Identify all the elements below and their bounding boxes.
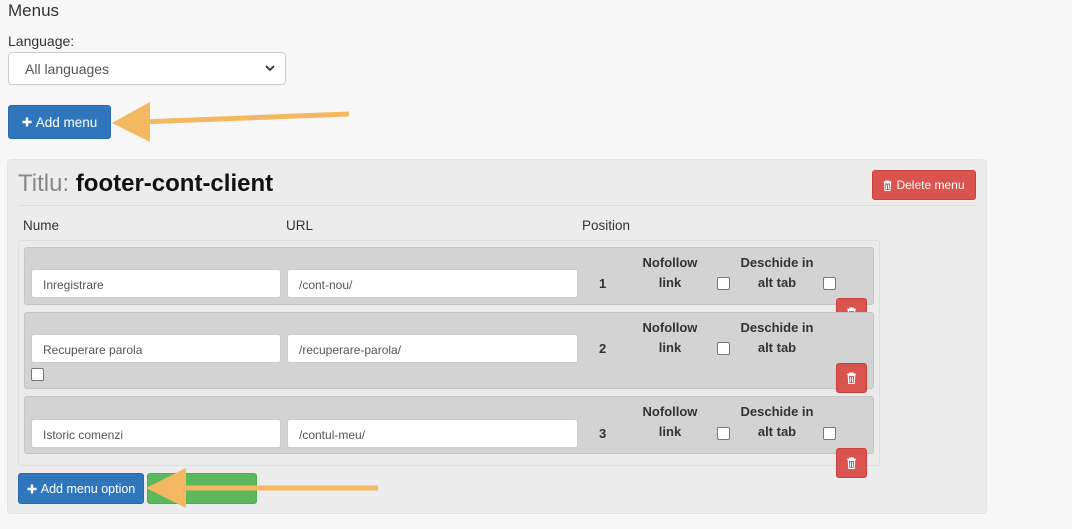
new-tab-label-line1: Deschide in — [740, 320, 814, 335]
add-menu-button[interactable]: Add menu — [8, 105, 111, 139]
new-tab-label-line1: Deschide in — [740, 404, 814, 419]
new-tab-checkbox[interactable] — [31, 368, 44, 381]
column-header-name: Nume — [23, 218, 60, 233]
nofollow-checkbox[interactable] — [717, 342, 730, 355]
delete-menu-label: Delete menu — [896, 178, 965, 192]
save-button[interactable] — [147, 473, 257, 504]
new-tab-label-line2: alt tab — [757, 424, 797, 439]
plus-icon — [27, 484, 37, 493]
nofollow-label-line1: Nofollow — [642, 255, 698, 270]
nofollow-label-line2: link — [658, 424, 682, 439]
nofollow-checkbox[interactable] — [717, 277, 730, 290]
delete-menu-button[interactable]: Delete menu — [872, 170, 976, 200]
trash-icon — [883, 180, 892, 191]
new-tab-label-line1: Deschide in — [740, 255, 814, 270]
delete-option-button[interactable] — [836, 448, 867, 478]
add-menu-option-label: Add menu option — [40, 481, 136, 496]
option-name-input[interactable]: Istoric comenzi — [31, 419, 281, 448]
option-url-input[interactable]: /cont-nou/ — [287, 269, 578, 298]
add-menu-label: Add menu — [35, 114, 98, 130]
nofollow-checkbox[interactable] — [717, 427, 730, 440]
nofollow-label-line2: link — [658, 275, 682, 290]
option-url-input[interactable]: /contul-meu/ — [287, 419, 578, 448]
new-tab-label: Deschide in alt tab — [732, 402, 822, 442]
menu-title-name: footer-cont-client — [75, 170, 274, 197]
new-tab-checkbox[interactable] — [823, 427, 836, 440]
nofollow-label: Nofollow link — [634, 402, 706, 442]
trash-icon — [847, 372, 856, 384]
option-position: 3 — [599, 426, 607, 441]
new-tab-label: Deschide in alt tab — [732, 253, 822, 293]
page-title: Menus — [8, 1, 60, 20]
new-tab-label: Deschide in alt tab — [732, 318, 822, 358]
delete-option-button[interactable] — [836, 363, 867, 393]
option-position: 2 — [599, 341, 607, 356]
language-select-value: All languages — [25, 61, 110, 77]
nofollow-label-line2: link — [658, 340, 682, 355]
language-select[interactable]: All languages — [8, 52, 286, 85]
menu-title-prefix: Titlu: — [18, 170, 70, 197]
new-tab-checkbox[interactable] — [823, 277, 836, 290]
option-name-input[interactable]: Inregistrare — [31, 269, 281, 298]
column-header-position: Position — [582, 218, 631, 233]
option-url-input[interactable]: /recuperare-parola/ — [287, 334, 578, 363]
language-label: Language: — [8, 33, 75, 49]
option-name-input[interactable]: Recuperare parola — [31, 334, 281, 363]
title-divider — [18, 205, 976, 206]
new-tab-label-line2: alt tab — [757, 340, 797, 355]
chevron-down-icon — [265, 65, 275, 72]
plus-icon — [22, 117, 32, 127]
nofollow-label: Nofollow link — [634, 253, 706, 293]
nofollow-label-line1: Nofollow — [642, 320, 698, 335]
new-tab-label-line2: alt tab — [757, 275, 797, 290]
arrow-annotation-icon — [112, 102, 350, 142]
add-menu-option-button[interactable]: Add menu option — [18, 473, 144, 504]
nofollow-label: Nofollow link — [634, 318, 706, 358]
menu-title: Titlu: footer-cont-client — [18, 170, 273, 198]
trash-icon — [847, 457, 856, 469]
nofollow-label-line1: Nofollow — [642, 404, 698, 419]
column-header-url: URL — [286, 218, 314, 233]
option-position: 1 — [599, 276, 607, 291]
